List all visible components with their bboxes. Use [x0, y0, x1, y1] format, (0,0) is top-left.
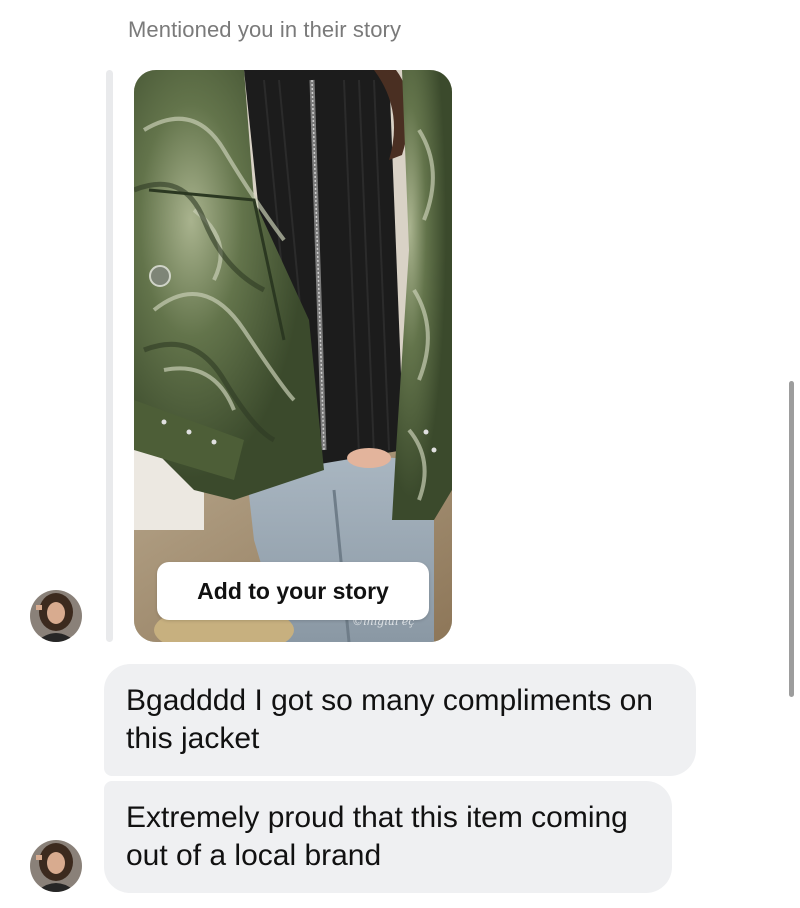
message-bubble[interactable]: Extremely proud that this item coming ou…: [104, 781, 672, 893]
story-mention-caption: Mentioned you in their story: [128, 17, 402, 42]
sender-avatar[interactable]: [30, 590, 82, 642]
story-reply-bar: [106, 70, 113, 642]
message-bubble[interactable]: Bgadddd I got so many compliments on thi…: [104, 664, 696, 776]
add-to-story-button[interactable]: Add to your story: [157, 562, 429, 620]
story-preview-card[interactable]: Add to your story ©ınıgıuı éç: [134, 70, 452, 642]
avatar-photo-icon: [30, 590, 82, 642]
story-watermark: ©ınıgıuı éç: [352, 615, 415, 628]
story-photo-icon: [134, 70, 452, 642]
sender-avatar[interactable]: [30, 840, 82, 892]
scrollbar[interactable]: [789, 381, 794, 697]
avatar-photo-icon: [30, 840, 82, 892]
